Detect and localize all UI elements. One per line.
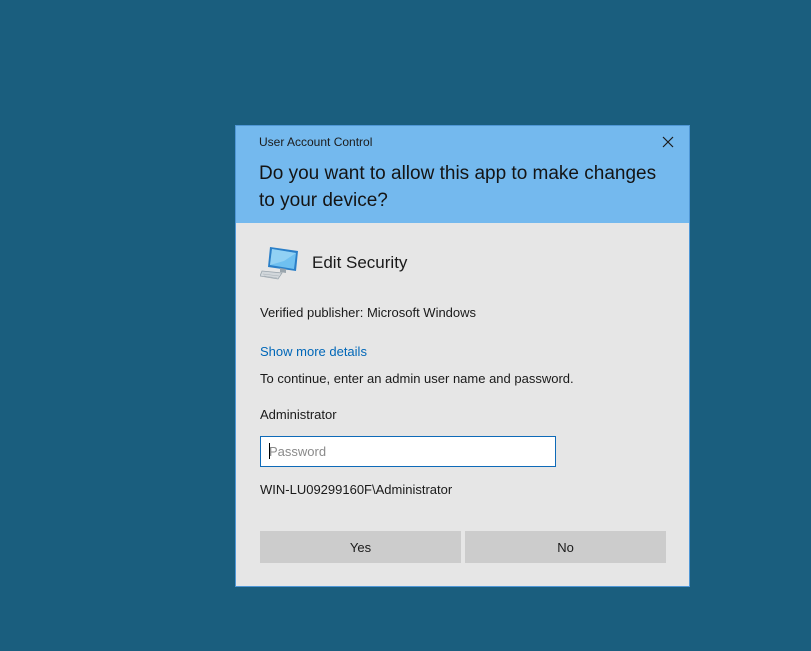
close-icon xyxy=(662,136,674,148)
computer-monitor-icon xyxy=(260,247,298,280)
yes-button[interactable]: Yes xyxy=(260,531,461,563)
dialog-header: User Account Control Do you want to allo… xyxy=(236,126,689,223)
app-name: Edit Security xyxy=(312,253,408,272)
account-name: WIN-LU09299160F\Administrator xyxy=(260,482,453,497)
uac-dialog: User Account Control Do you want to allo… xyxy=(235,125,690,587)
username-label: Administrator xyxy=(260,407,337,422)
dialog-question: Do you want to allow this app to make ch… xyxy=(259,163,657,211)
text-cursor xyxy=(269,443,270,459)
close-button[interactable] xyxy=(653,130,683,154)
dialog-title: User Account Control xyxy=(259,135,373,149)
no-button[interactable]: No xyxy=(465,531,666,563)
password-input[interactable] xyxy=(260,436,556,467)
app-info: Edit Security xyxy=(260,245,407,281)
publisher-text: Verified publisher: Microsoft Windows xyxy=(260,305,477,320)
show-more-details-link[interactable]: Show more details xyxy=(260,344,367,359)
instruction-text: To continue, enter an admin user name an… xyxy=(260,371,574,386)
